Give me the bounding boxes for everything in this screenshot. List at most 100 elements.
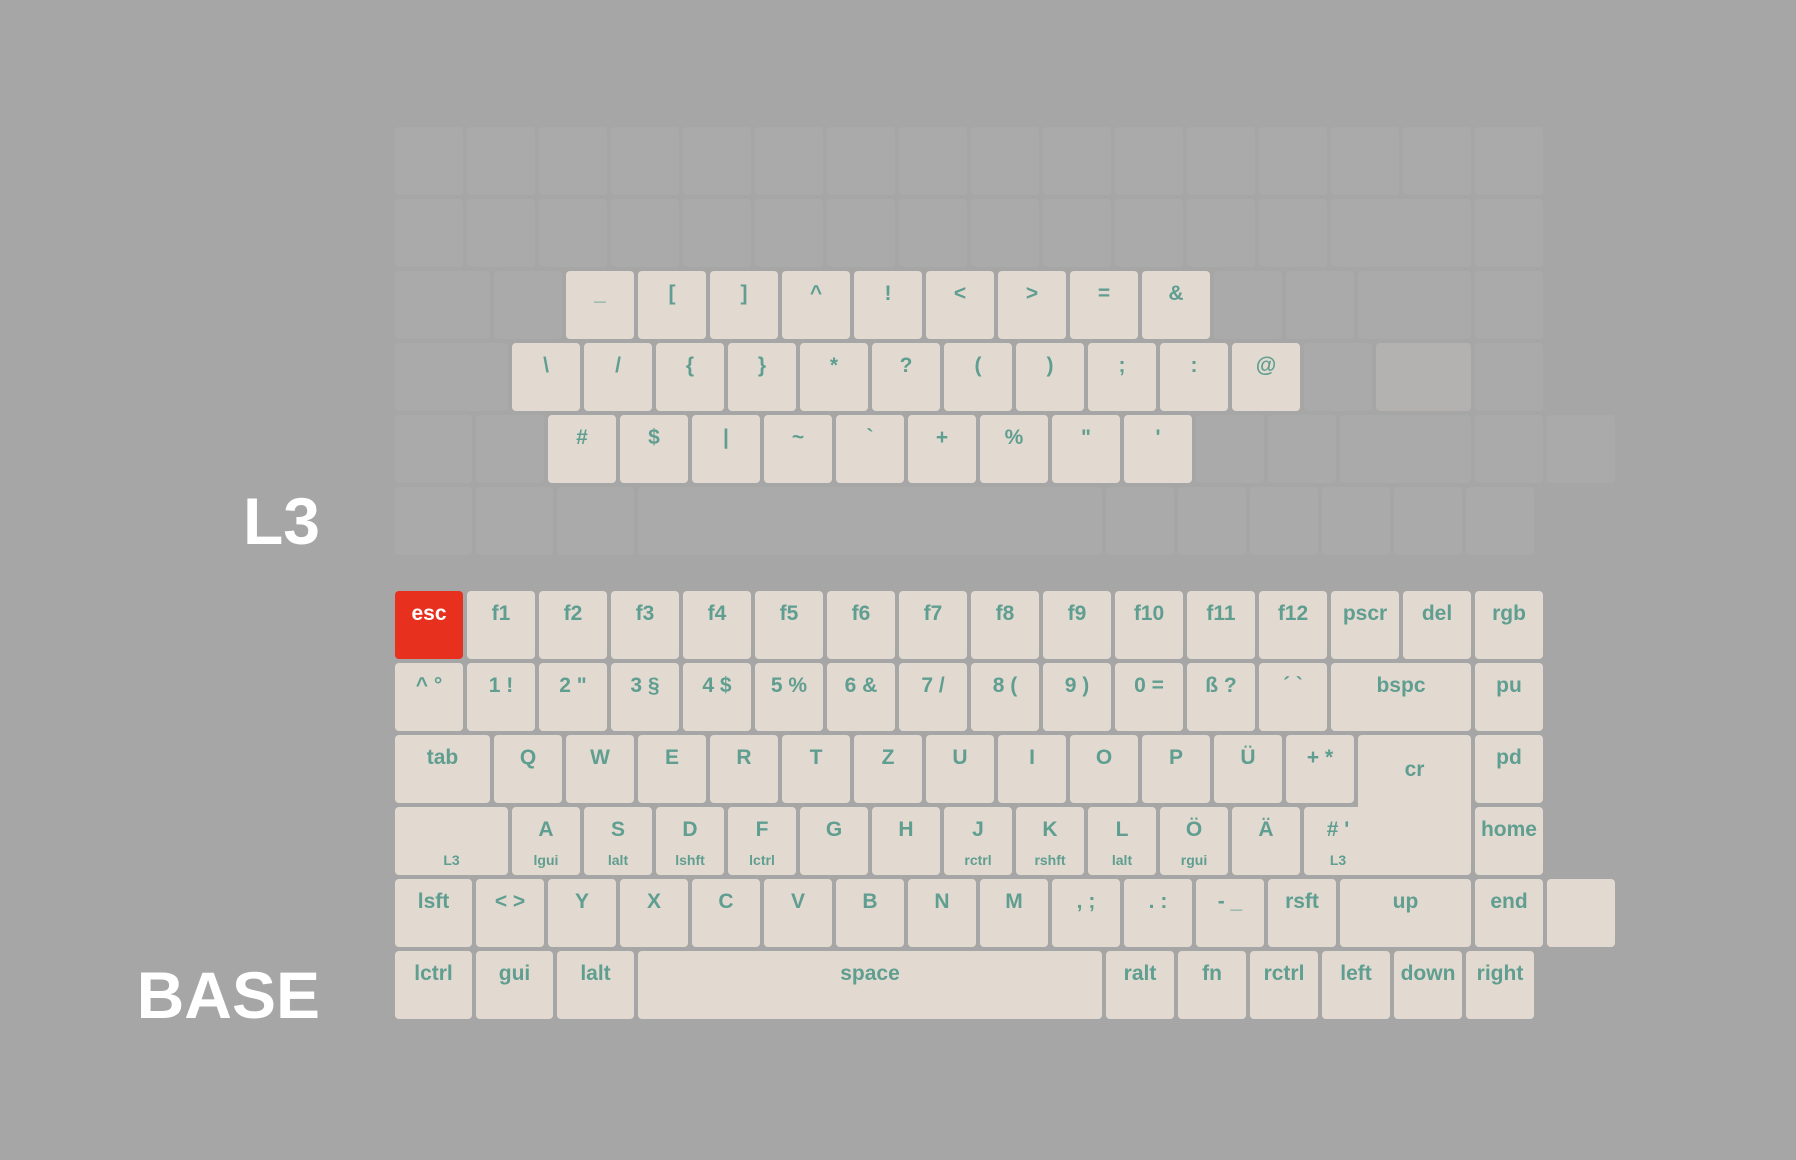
key-blank <box>1250 487 1318 555</box>
key-blank <box>1268 415 1336 483</box>
key-legend: = <box>1097 282 1111 305</box>
key-blank <box>1043 127 1111 195</box>
key-legend: f5 <box>779 602 799 625</box>
key-blank <box>476 415 544 483</box>
key-legend: bspc <box>1376 674 1426 697</box>
key-legend: f9 <box>1067 602 1087 625</box>
l3-layer-key: L3 <box>395 807 508 875</box>
key-legend: f10 <box>1133 602 1165 625</box>
key-blank <box>1196 415 1264 483</box>
base-key: 5 % <box>755 663 823 731</box>
base-key: 6 & <box>827 663 895 731</box>
l3-key: ' <box>1124 415 1192 483</box>
base-key: f1 <box>467 591 535 659</box>
l3-key: > <box>998 271 1066 339</box>
key-blank <box>1340 415 1471 483</box>
key-legend: down <box>1400 962 1456 985</box>
key-blank <box>611 127 679 195</box>
l3-key: + <box>908 415 976 483</box>
key-legend: 6 & <box>844 674 878 697</box>
key-legend: f1 <box>491 602 511 625</box>
base-key: left <box>1322 951 1390 1019</box>
key-legend: _ <box>594 282 606 305</box>
l3-key: = <box>1070 271 1138 339</box>
space-key: space <box>638 951 1102 1019</box>
base-key: tab <box>395 735 490 803</box>
key-legend: , ; <box>1076 890 1096 913</box>
base-key: 3 § <box>611 663 679 731</box>
base-key: f9 <box>1043 591 1111 659</box>
key-blank <box>1475 343 1543 411</box>
key-blank <box>683 127 751 195</box>
key-blank <box>1475 415 1543 483</box>
base-key: lalt <box>557 951 634 1019</box>
base-key: pu <box>1475 663 1543 731</box>
base-key: E <box>638 735 706 803</box>
base-key: f2 <box>539 591 607 659</box>
key-legend: tab <box>426 746 459 769</box>
l3-key: ; <box>1088 343 1156 411</box>
base-key: P <box>1142 735 1210 803</box>
base-key: - _ <box>1196 879 1264 947</box>
key-legend: > <box>1025 282 1039 305</box>
key-blank <box>395 487 472 555</box>
key-blank <box>971 127 1039 195</box>
key-blank <box>1331 199 1471 267</box>
key-legend: ralt <box>1123 962 1157 985</box>
key-legend: home <box>1480 818 1537 841</box>
key-legend: / <box>615 354 621 377</box>
l3-key: [ <box>638 271 706 339</box>
key-blank <box>1376 343 1471 411</box>
l3-key: { <box>656 343 724 411</box>
key-legend: R <box>736 746 752 769</box>
key-legend: f7 <box>923 602 943 625</box>
base-key: N <box>908 879 976 947</box>
key-blank <box>395 271 490 339</box>
key-hold-legend: rshft <box>1034 852 1066 868</box>
key-legend: C <box>718 890 734 913</box>
key-legend: f6 <box>851 602 871 625</box>
base-key: Krshft <box>1016 807 1084 875</box>
key-legend: I <box>1029 746 1035 769</box>
key-legend: " <box>1081 426 1091 449</box>
layer-label-l3: L3 <box>242 484 320 558</box>
base-key: 8 ( <box>971 663 1039 731</box>
key-legend: W <box>590 746 610 769</box>
key-legend: \ <box>543 354 549 377</box>
base-key: bspc <box>1331 663 1471 731</box>
base-key: < > <box>476 879 544 947</box>
key-legend: 8 ( <box>992 674 1018 697</box>
key-hold-legend: lshft <box>675 852 705 868</box>
base-key: f12 <box>1259 591 1327 659</box>
layer-label-base: BASE <box>136 958 320 1032</box>
key-legend: $ <box>648 426 660 449</box>
base-key: del <box>1403 591 1471 659</box>
key-legend: B <box>862 890 878 913</box>
key-legend: 9 ) <box>1064 674 1090 697</box>
base-key: I <box>998 735 1066 803</box>
base-key: R <box>710 735 778 803</box>
key-legend: cr <box>1404 758 1425 781</box>
key-blank <box>638 487 1102 555</box>
key-legend: f11 <box>1206 602 1236 625</box>
base-key: f7 <box>899 591 967 659</box>
key-blank <box>467 199 535 267</box>
key-legend: ^ ° <box>415 674 443 697</box>
key-legend: rgb <box>1492 602 1526 625</box>
base-key: rgb <box>1475 591 1543 659</box>
key-legend: rsft <box>1285 890 1319 913</box>
base-key: gui <box>476 951 553 1019</box>
key-blank <box>395 415 472 483</box>
key-legend: f12 <box>1277 602 1309 625</box>
key-blank <box>1475 271 1543 339</box>
key-blank <box>611 199 679 267</box>
key-legend: L <box>1115 818 1129 841</box>
key-legend: ! <box>884 282 892 305</box>
key-legend: : <box>1190 354 1198 377</box>
key-legend: P <box>1168 746 1183 769</box>
key-blank <box>1475 199 1543 267</box>
key-legend: fn <box>1202 962 1222 985</box>
base-key: H <box>872 807 940 875</box>
base-key: 1 ! <box>467 663 535 731</box>
key-legend: ; <box>1118 354 1126 377</box>
